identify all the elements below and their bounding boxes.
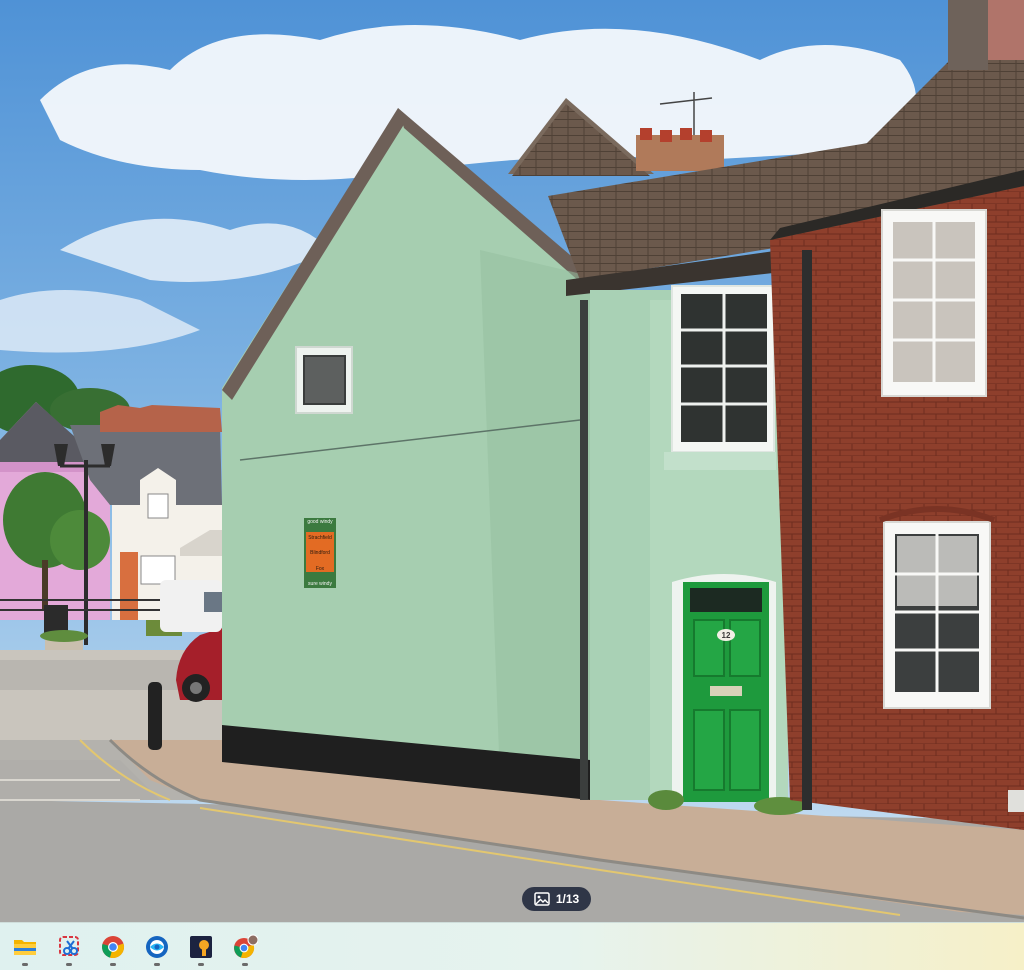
taskbar-app[interactable] xyxy=(186,932,216,966)
keyhole-icon xyxy=(190,936,212,958)
taskbar-snipping-tool[interactable] xyxy=(54,932,84,966)
globe-icon xyxy=(146,936,168,958)
image-counter-label: 1/13 xyxy=(555,892,580,906)
property-photo xyxy=(0,0,1024,922)
running-indicator xyxy=(242,963,248,966)
image-viewer[interactable]: good windy Strachfield Blindford Fox sur… xyxy=(0,0,1024,922)
chrome-profile-icon xyxy=(234,934,258,959)
taskbar-file-explorer[interactable] xyxy=(10,932,40,966)
sign-line: sure windy xyxy=(308,581,332,587)
taskbar xyxy=(0,922,1024,970)
taskbar-chrome[interactable] xyxy=(98,932,128,966)
sign-line: Fox xyxy=(315,565,325,572)
running-indicator xyxy=(66,963,72,966)
wall-sign: good windy Strachfield Blindford Fox sur… xyxy=(305,519,335,587)
taskbar-browser[interactable] xyxy=(142,932,172,966)
house-number: 12 xyxy=(721,631,731,640)
running-indicator xyxy=(154,963,160,966)
taskbar-chrome-profile[interactable] xyxy=(230,932,260,966)
running-indicator xyxy=(22,963,28,966)
folder-icon xyxy=(14,940,36,955)
chrome-icon xyxy=(102,936,125,959)
sign-line: good windy xyxy=(307,519,333,525)
image-counter[interactable]: 1/13 xyxy=(522,887,591,911)
scissors-icon xyxy=(59,936,79,956)
running-indicator xyxy=(110,963,116,966)
sign-line: Strachfield xyxy=(308,534,332,541)
image-icon xyxy=(534,892,550,906)
running-indicator xyxy=(198,963,204,966)
sign-line: Blindford xyxy=(310,550,330,556)
